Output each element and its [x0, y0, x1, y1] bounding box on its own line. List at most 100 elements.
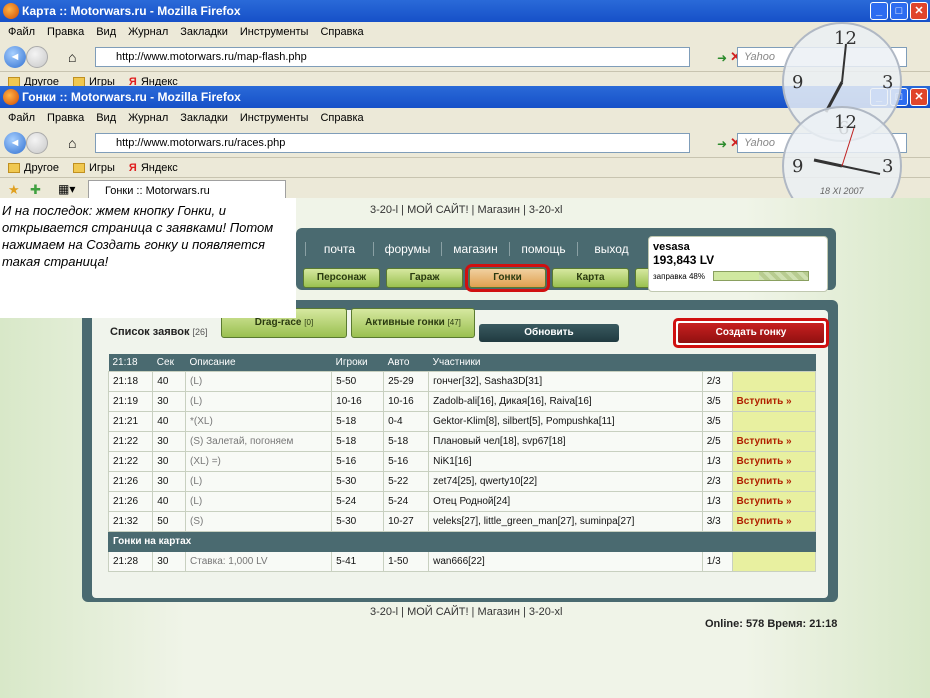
menu-forums[interactable]: форумы: [373, 242, 441, 256]
go-icon[interactable]: ➜: [717, 49, 727, 67]
top-links[interactable]: 3-20-l | МОЙ САЙТ! | Магазин | 3-20-xl: [370, 204, 563, 216]
bottom-links[interactable]: 3-20-l | МОЙ САЙТ! | Магазин | 3-20-xl: [370, 606, 563, 618]
cell-players: 5-30: [331, 470, 385, 492]
go-icon[interactable]: ➜: [717, 135, 727, 153]
cell-sec: 30: [152, 430, 187, 452]
cell-sec: 50: [152, 510, 187, 532]
table-row: 21:32 50 (S) 5-30 10-27 veleks[27], little_gr…: [107, 510, 817, 532]
col-sec: Сек: [152, 354, 186, 371]
maximize-button[interactable]: □: [890, 2, 908, 20]
cell-auto: 5-16: [383, 450, 430, 472]
menu-tools[interactable]: Инструменты: [240, 22, 309, 42]
menu-tools[interactable]: Инструменты: [240, 108, 309, 128]
menu-exit[interactable]: выход: [577, 242, 645, 256]
cell-time: 21:32: [107, 510, 154, 532]
menu-bookmarks[interactable]: Закладки: [180, 22, 228, 42]
cell-join[interactable]: Вступить »: [731, 430, 817, 452]
back-button[interactable]: ◄: [4, 132, 26, 154]
table-row: 21:18 40 (L) 5-50 25-29 гончег[32], Sasha3D[3…: [107, 370, 817, 392]
cell-sec: 40: [152, 370, 187, 392]
col-count: [702, 354, 733, 371]
cell-count: 1/3: [701, 550, 733, 572]
refresh-button[interactable]: Обновить: [479, 324, 619, 342]
close-button[interactable]: ✕: [910, 88, 928, 106]
menu-file[interactable]: Файл: [8, 22, 35, 42]
cell-auto: 10-27: [383, 510, 430, 532]
cell-auto: 25-29: [383, 370, 430, 392]
cell-participants[interactable]: veleks[27], little_green_man[27], suminp…: [428, 510, 703, 532]
menu-help[interactable]: помощь: [509, 242, 577, 256]
menu-edit[interactable]: Правка: [47, 22, 84, 42]
menu-shop[interactable]: магазин: [441, 242, 509, 256]
races-button[interactable]: Гонки: [465, 264, 550, 292]
bookmark-yandex[interactable]: Я Яндекс: [129, 158, 178, 177]
cell-players: 5-50: [331, 370, 385, 392]
cell-join[interactable]: Вступить »: [731, 510, 817, 532]
character-button[interactable]: Персонаж: [303, 268, 380, 288]
menu-file[interactable]: Файл: [8, 108, 35, 128]
cell-sec: 30: [152, 390, 187, 412]
cell-sec: 30: [152, 450, 187, 472]
cell-join[interactable]: Вступить »: [731, 390, 817, 412]
cell-join[interactable]: [731, 550, 817, 572]
bookmark-other[interactable]: Другое: [8, 158, 59, 177]
back-button[interactable]: ◄: [4, 46, 26, 68]
menu-edit[interactable]: Правка: [47, 108, 84, 128]
cell-participants[interactable]: Плановый чел[18], svp67[18]: [428, 430, 703, 452]
minimize-button[interactable]: _: [870, 2, 888, 20]
menu-history[interactable]: Журнал: [128, 22, 168, 42]
table-row: 21:19 30 (L) 10-16 10-16 Zadolb-ali[16], Дика…: [107, 390, 817, 412]
cell-description: (L): [185, 470, 333, 492]
fuel-fill: [713, 272, 760, 280]
add-bookmark-icon[interactable]: ✚: [30, 182, 41, 198]
cell-players: 5-18: [331, 410, 385, 432]
garage-button[interactable]: Гараж: [386, 268, 463, 288]
races-table: 21:18 Сек Описание Игроки Авто Участники…: [107, 354, 817, 572]
close-button[interactable]: ✕: [910, 2, 928, 20]
forward-button[interactable]: [26, 46, 48, 68]
game-menu: почта форумы магазин помощь выход: [305, 242, 645, 256]
menu-bookmarks[interactable]: Закладки: [180, 108, 228, 128]
cell-sec: 30: [152, 550, 187, 572]
menu-help[interactable]: Справка: [320, 22, 363, 42]
cell-count: 3/5: [701, 410, 733, 432]
cell-count: 1/3: [701, 490, 733, 512]
cell-description: Ставка: 1,000 LV: [185, 550, 333, 572]
home-icon[interactable]: ⌂: [68, 49, 76, 65]
cell-join[interactable]: [731, 410, 817, 432]
cell-participants[interactable]: zet74[25], qwerty10[22]: [428, 470, 703, 492]
tab-list-icon[interactable]: ▦▾: [58, 182, 75, 196]
firefox-icon: [3, 3, 19, 19]
forward-button[interactable]: [26, 132, 48, 154]
cell-join[interactable]: Вступить »: [731, 470, 817, 492]
cell-auto: 10-16: [383, 390, 430, 412]
cell-participants[interactable]: Отец Родной[24]: [428, 490, 703, 512]
cell-participants[interactable]: Zadolb-ali[16], Дикая[16], Raiva[16]: [428, 390, 703, 412]
cell-participants[interactable]: wan666[22]: [428, 550, 703, 572]
home-icon[interactable]: ⌂: [68, 135, 76, 151]
menu-help[interactable]: Справка: [320, 108, 363, 128]
create-race-button[interactable]: Создать гонку: [678, 323, 824, 343]
cell-auto: 5-22: [383, 470, 430, 492]
menu-mail[interactable]: почта: [305, 242, 373, 256]
address-bar[interactable]: http://www.motorwars.ru/races.php ➜ ✕: [95, 133, 741, 153]
cell-participants[interactable]: гончег[32], Sasha3D[31]: [428, 370, 703, 392]
balance: 193,843 LV: [653, 253, 715, 267]
cell-join[interactable]: Вступить »: [731, 450, 817, 472]
menu-view[interactable]: Вид: [96, 22, 116, 42]
tab-active-races[interactable]: Активные гонки [47]: [351, 308, 475, 338]
address-bar[interactable]: http://www.motorwars.ru/map-flash.php ➜ ✕: [95, 47, 741, 67]
map-button[interactable]: Карта: [552, 268, 629, 288]
menu-view[interactable]: Вид: [96, 108, 116, 128]
cell-join[interactable]: Вступить »: [731, 490, 817, 512]
cell-join[interactable]: [731, 370, 817, 392]
firefox-icon: [3, 89, 19, 105]
cell-players: 10-16: [331, 390, 385, 412]
star-icon[interactable]: ★: [8, 182, 20, 198]
cell-participants[interactable]: NiK1[16]: [428, 450, 703, 472]
cell-auto: 5-18: [383, 430, 430, 452]
folder-icon: [72, 162, 85, 173]
menu-history[interactable]: Журнал: [128, 108, 168, 128]
bookmark-games[interactable]: Игры: [72, 158, 115, 177]
cell-participants[interactable]: Gektor-Klim[8], silbert[5], Pompushka[11…: [428, 410, 703, 432]
